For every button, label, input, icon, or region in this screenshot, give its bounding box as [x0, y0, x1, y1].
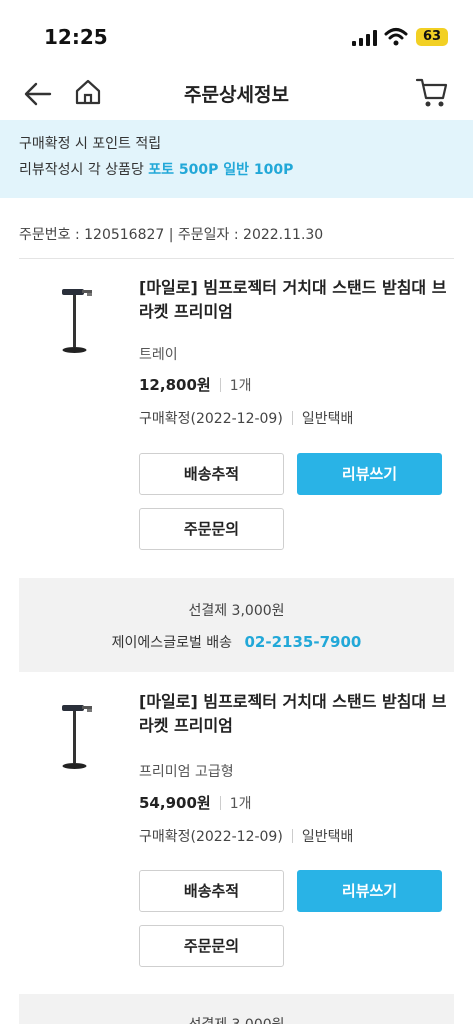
product-option: 트레이: [139, 347, 178, 363]
write-review-button[interactable]: 리뷰쓰기: [297, 870, 442, 912]
shipping-carrier-row: 제이에스글로벌 배송 02-2135-7900: [19, 632, 454, 652]
order-status: 구매확정(2022-12-09): [139, 829, 283, 845]
cellular-signal-icon: [352, 30, 377, 46]
banner-point-highlight: 포토 500P 일반 100P: [148, 162, 294, 178]
separator: [291, 411, 293, 425]
separator: [219, 377, 221, 392]
cart-icon[interactable]: [414, 76, 450, 110]
carrier-name: 제이에스글로벌 배송: [111, 635, 233, 651]
order-inquiry-button[interactable]: 주문문의: [139, 508, 284, 550]
product-status-row: 구매확정(2022-12-09) 일반택배: [139, 826, 353, 846]
shipping-fee: 선결제 3,000원: [188, 603, 285, 619]
track-delivery-button[interactable]: 배송추적: [139, 870, 284, 912]
separator: [219, 795, 221, 810]
product-quantity: 1개: [229, 795, 252, 812]
order-inquiry-button[interactable]: 주문문의: [139, 925, 284, 967]
product-name[interactable]: [마일로] 빔프로젝터 거치대 스탠드 받침대 브라켓 프리미엄: [139, 690, 459, 738]
track-delivery-button[interactable]: 배송추적: [139, 453, 284, 495]
app-header: 주문상세정보: [0, 70, 473, 120]
page-title: 주문상세정보: [184, 84, 289, 106]
banner-line-2: 리뷰작성시 각 상품당 포토 500P 일반 100P: [19, 157, 454, 183]
delivery-type: 일반택배: [301, 829, 354, 845]
status-time: 12:25: [44, 25, 108, 49]
order-detail-page: 12:25 63 주문상세정보 구매확정 시 포인트 적립 리뷰작성시 각 상품…: [0, 0, 473, 1024]
carrier-phone-link[interactable]: 02-2135-7900: [245, 633, 362, 651]
product-quantity: 1개: [229, 377, 252, 394]
product-image[interactable]: [52, 284, 108, 356]
shipping-info-box: 선결제 3,000원 제이에스글로벌 배송 02-2135-7900: [19, 578, 454, 672]
wifi-icon: [384, 28, 408, 46]
shipping-fee: 선결제 3,000원: [19, 1014, 454, 1024]
product-price-row: 54,900원 1개: [139, 792, 251, 813]
product-option: 프리미엄 고급형: [139, 764, 234, 780]
order-status: 구매확정(2022-12-09): [139, 411, 283, 427]
product-name[interactable]: [마일로] 빔프로젝터 거치대 스탠드 받침대 브라켓 프리미엄: [139, 276, 459, 324]
product-image[interactable]: [52, 700, 108, 772]
separator: [291, 829, 293, 843]
banner-line-1: 구매확정 시 포인트 적립: [19, 136, 162, 152]
point-banner: 구매확정 시 포인트 적립 리뷰작성시 각 상품당 포토 500P 일반 100…: [0, 120, 473, 198]
delivery-type: 일반택배: [301, 411, 354, 427]
product-status-row: 구매확정(2022-12-09) 일반택배: [139, 408, 353, 428]
order-info: 주문번호 : 120516827 | 주문일자 : 2022.11.30: [19, 227, 324, 243]
banner-line-2-prefix: 리뷰작성시 각 상품당: [19, 162, 144, 178]
write-review-button[interactable]: 리뷰쓰기: [297, 453, 442, 495]
product-price: 12,800원: [139, 376, 211, 394]
shipping-info-box: 선결제 3,000원: [19, 994, 454, 1024]
battery-indicator: 63: [416, 28, 448, 46]
product-price: 54,900원: [139, 794, 211, 812]
product-price-row: 12,800원 1개: [139, 374, 251, 395]
divider: [19, 258, 454, 259]
status-bar: 12:25 63: [0, 0, 473, 70]
